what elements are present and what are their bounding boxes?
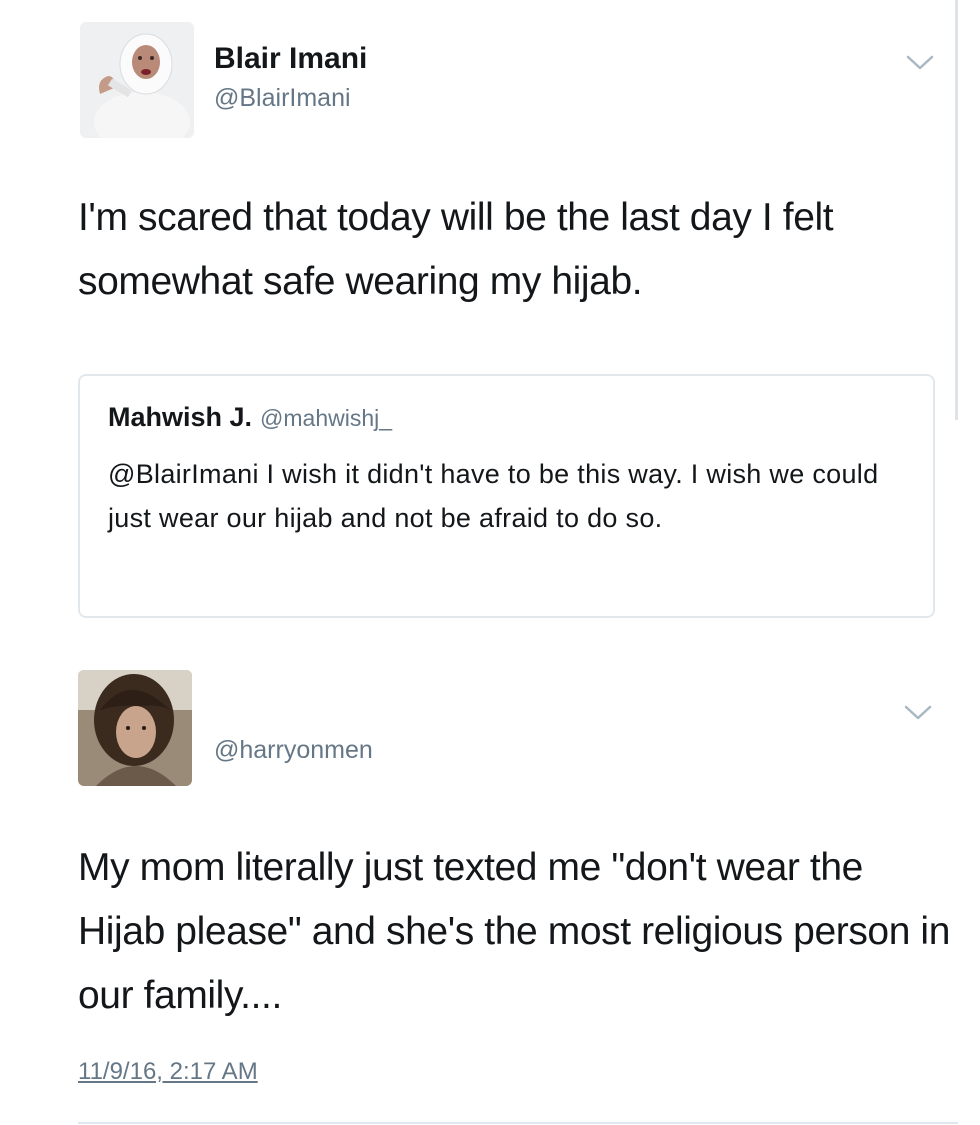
quoted-tweet[interactable]: Mahwish J. @mahwishj_ @BlairImani I wish … [78, 374, 935, 618]
avatar[interactable] [78, 670, 192, 786]
scroll-edge [955, 0, 958, 420]
tweet-text: My mom literally just texted me "don't w… [78, 846, 950, 1017]
tweet-blair-imani: Blair Imani @BlairImani I'm scared that … [0, 0, 980, 640]
tweet-text: I'm scared that today will be the last d… [78, 196, 834, 303]
tweet-divider [78, 1122, 958, 1124]
chevron-down-icon[interactable] [902, 700, 934, 724]
quoted-author-name: Mahwish J. [108, 402, 253, 432]
avatar-photo [80, 22, 194, 138]
quoted-tweet-text: @BlairImani I wish it didn't have to be … [108, 459, 879, 533]
author-handle[interactable]: @BlairImani [214, 84, 351, 113]
chevron-down-icon[interactable] [904, 50, 936, 74]
avatar-photo [78, 670, 192, 786]
quoted-tweet-header: Mahwish J. @mahwishj_ [108, 402, 392, 433]
tweet-harryonmen: @harryonmen My mom literally just texted… [0, 640, 980, 1125]
quoted-author-handle: @mahwishj_ [260, 405, 393, 431]
author-handle[interactable]: @harryonmen [214, 736, 373, 765]
author-name[interactable]: Blair Imani [214, 42, 367, 76]
tweet-timestamp[interactable]: 11/9/16, 2:17 AM [78, 1058, 258, 1086]
avatar[interactable] [80, 22, 194, 138]
